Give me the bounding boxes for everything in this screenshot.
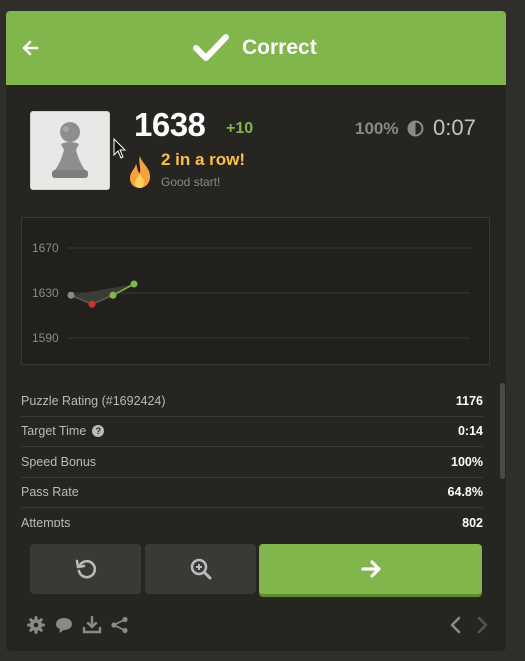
stat-row-pass-rate: Pass Rate 64.8%	[21, 478, 483, 508]
chart-point	[130, 280, 138, 288]
download-icon[interactable]	[82, 616, 102, 634]
stat-label: Speed Bonus	[21, 454, 97, 469]
pawn-icon	[52, 121, 88, 178]
chart-point	[109, 291, 117, 299]
stat-label: Pass Rate	[21, 485, 79, 500]
fire-icon	[130, 156, 151, 188]
stat-value: 0:14	[457, 424, 483, 439]
scrollbar-thumb[interactable]	[500, 383, 505, 479]
result-title-text: Correct	[242, 36, 317, 59]
chart-ytick-label: 1670	[32, 241, 59, 255]
avatar	[30, 111, 110, 190]
stat-value: 100%	[451, 454, 483, 469]
arrow-left-icon[interactable]	[20, 38, 40, 58]
player-rating: 1638	[134, 106, 206, 143]
stat-row-speed-bonus: Speed Bonus 100%	[21, 447, 483, 478]
stat-row-target-time: Target Time ? 0:14	[21, 417, 483, 447]
next-puzzle-button[interactable]	[259, 544, 482, 594]
stat-label-wrapper: Target Time ?	[21, 424, 105, 439]
rating-chart-svg: 1670 1630 1590	[32, 241, 470, 345]
checkmark-icon	[193, 34, 229, 61]
chat-icon[interactable]	[54, 616, 74, 634]
rating-chart: 1670 1630 1590	[21, 217, 490, 365]
stat-label: Puzzle Rating (#1692424)	[21, 393, 166, 408]
result-header: Correct	[6, 11, 506, 85]
stat-label: Target Time	[21, 424, 87, 439]
chevron-right-icon[interactable]	[472, 616, 492, 634]
chart-point	[88, 300, 96, 308]
stats-list: Puzzle Rating (#1692424) 1176 Target Tim…	[21, 386, 483, 539]
retry-button[interactable]	[30, 544, 141, 594]
half-circle-clock-icon	[407, 120, 424, 137]
timer: 0:07	[433, 115, 476, 140]
chart-ytick-label: 1590	[32, 331, 59, 345]
gear-icon[interactable]	[26, 616, 46, 634]
rating-delta: +10	[226, 120, 254, 137]
help-icon[interactable]: ?	[92, 425, 105, 438]
streak-subtitle: Good start!	[161, 175, 221, 189]
share-icon[interactable]	[110, 616, 130, 634]
stat-value: 64.8%	[447, 485, 483, 500]
stat-value: 1176	[455, 393, 483, 408]
arrow-right-icon	[360, 560, 381, 578]
chart-ytick-label: 1630	[32, 286, 59, 300]
chart-point	[67, 291, 75, 299]
retry-icon	[75, 559, 96, 579]
chart-series-area	[71, 284, 134, 305]
accuracy: 100%	[355, 119, 399, 138]
streak-title: 2 in a row!	[161, 150, 246, 169]
magnifier-icon	[190, 558, 211, 580]
analyze-button[interactable]	[145, 544, 256, 594]
chevron-left-icon[interactable]	[446, 616, 466, 634]
result-title: Correct	[192, 31, 317, 65]
puzzle-panel: Correct 1638 +10 100% 0:07 2 in a row! G…	[6, 11, 506, 651]
mouse-cursor-icon	[113, 138, 127, 159]
stat-row-puzzle-rating: Puzzle Rating (#1692424) 1176	[21, 386, 483, 417]
